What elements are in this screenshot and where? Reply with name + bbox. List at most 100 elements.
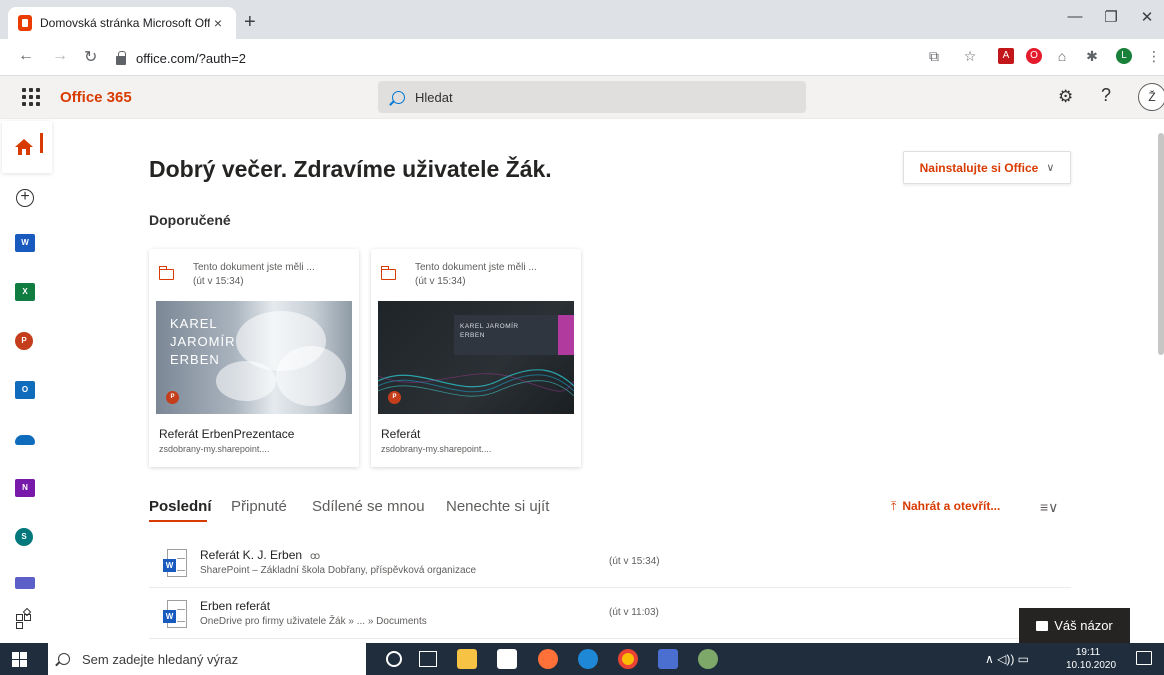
- back-arrow-icon[interactable]: ←: [18, 47, 34, 65]
- excel-icon[interactable]: X: [15, 283, 35, 301]
- powerpoint-icon: P: [388, 391, 401, 404]
- basket-extension-icon[interactable]: ⌂: [1054, 48, 1070, 64]
- tab-shared[interactable]: Sdílené se mnou: [312, 498, 425, 515]
- system-clock[interactable]: 19:11 10.10.2020: [1066, 646, 1117, 672]
- card-thumbnail[interactable]: KAREL JAROMÍR ERBEN P: [378, 301, 574, 414]
- search-icon: [58, 653, 70, 665]
- clock-date: 10.10.2020: [1066, 660, 1117, 671]
- lock-icon: [116, 50, 126, 65]
- rail-home[interactable]: [2, 121, 52, 173]
- windows-start-icon[interactable]: [12, 652, 27, 667]
- card-thumbnail[interactable]: KAREL JAROMÍR ERBEN P: [156, 301, 352, 414]
- reload-icon[interactable]: ↻: [84, 47, 97, 67]
- new-tab-button[interactable]: +: [244, 11, 256, 34]
- paint-app-icon[interactable]: [698, 649, 718, 669]
- tab-recent[interactable]: Poslední: [149, 498, 212, 515]
- thumb-line: ERBEN: [170, 352, 220, 367]
- browser-tab-strip: Domovská stránka Microsoft Offi × + — ❐ …: [0, 0, 1164, 39]
- settings-gear-icon[interactable]: ⚙: [1058, 87, 1073, 107]
- system-tray-icons[interactable]: ∧ ◁)) ▭: [985, 652, 1029, 666]
- file-name[interactable]: Erben referát: [200, 599, 270, 613]
- file-date: (út v 15:34): [609, 556, 660, 567]
- feedback-button[interactable]: Váš názor: [1019, 608, 1130, 643]
- edge-icon[interactable]: [578, 649, 598, 669]
- firefox-icon[interactable]: [538, 649, 558, 669]
- word-document-icon: W: [163, 549, 187, 577]
- powerpoint-icon[interactable]: P: [15, 332, 33, 350]
- office-brand[interactable]: Office 365: [60, 89, 132, 106]
- sharepoint-icon[interactable]: S: [15, 528, 33, 546]
- tab-pinned[interactable]: Připnuté: [231, 498, 287, 515]
- file-location: OneDrive pro firmy uživatele Žák » ... »…: [200, 616, 427, 627]
- card-reason-time: (út v 15:34): [415, 276, 466, 287]
- install-label: Nainstalujte si Office: [919, 160, 1039, 175]
- teams-icon[interactable]: [15, 577, 35, 589]
- restore-icon[interactable]: ❐: [1096, 8, 1126, 26]
- accent-bar: [558, 315, 574, 355]
- windows-taskbar: Sem zadejte hledaný výraz ∧ ◁)) ▭ 19:11 …: [0, 643, 1164, 675]
- left-app-rail: + W X P O N S: [0, 119, 54, 643]
- recommended-heading: Doporučené: [149, 212, 231, 228]
- extensions-puzzle-icon[interactable]: ✱: [1084, 48, 1100, 64]
- card-file-location: zsdobrany-my.sharepoint....: [159, 444, 270, 454]
- greeting-heading: Dobrý večer. Zdravíme uživatele Žák.: [149, 156, 552, 182]
- install-office-button[interactable]: Nainstalujte si Office ∨: [903, 151, 1071, 184]
- save-app-icon[interactable]: [658, 649, 678, 669]
- shared-people-icon: ꝏ: [310, 551, 321, 562]
- page-scrollbar[interactable]: [1158, 133, 1164, 355]
- folder-icon: [159, 266, 174, 280]
- task-view-icon[interactable]: [419, 651, 437, 667]
- recommended-card[interactable]: Tento dokument jste měli ... (út v 15:34…: [371, 249, 581, 467]
- chrome-menu-icon[interactable]: ⋮: [1146, 48, 1162, 64]
- file-row[interactable]: W Erben referát OneDrive pro firmy uživa…: [149, 589, 1071, 639]
- file-row[interactable]: W Referát K. J. Erben ꝏ SharePoint – Zákl…: [149, 538, 1071, 588]
- chrome-icon[interactable]: [618, 649, 638, 669]
- card-reason-time: (út v 15:34): [193, 276, 244, 287]
- bookmark-star-icon[interactable]: ☆: [962, 48, 978, 64]
- create-plus-icon[interactable]: +: [16, 189, 34, 207]
- onedrive-icon[interactable]: [15, 435, 35, 445]
- file-name-cell[interactable]: Referát K. J. Erben ꝏ: [200, 548, 320, 562]
- open-in-app-icon[interactable]: ⧉: [926, 48, 942, 64]
- card-file-name[interactable]: Referát: [381, 427, 420, 441]
- browser-tab[interactable]: Domovská stránka Microsoft Offi ×: [8, 7, 236, 39]
- upload-open-button[interactable]: ⤒ Nahrát a otevřít...: [891, 499, 1000, 514]
- taskbar-search[interactable]: Sem zadejte hledaný výraz: [48, 643, 366, 675]
- tab-dont-miss[interactable]: Nenechte si ujít: [446, 498, 549, 515]
- outlook-icon[interactable]: O: [15, 381, 35, 399]
- office-favicon-icon: [18, 15, 32, 31]
- card-file-location: zsdobrany-my.sharepoint....: [381, 444, 492, 454]
- file-name: Referát K. J. Erben: [200, 548, 303, 562]
- card-reason: Tento dokument jste měli ... (út v 15:34…: [415, 261, 565, 289]
- minimize-icon[interactable]: —: [1060, 8, 1090, 25]
- onenote-icon[interactable]: N: [15, 479, 35, 497]
- comment-icon: [1036, 620, 1049, 631]
- cortana-icon[interactable]: [386, 651, 402, 667]
- url-text: office.com/?auth=2: [136, 50, 246, 66]
- search-box[interactable]: Hledat: [378, 81, 806, 113]
- acrobat-extension-icon[interactable]: A: [998, 48, 1014, 64]
- sort-view-icon[interactable]: ≡∨: [1040, 499, 1058, 516]
- store-icon[interactable]: [497, 649, 517, 669]
- opera-extension-icon[interactable]: O: [1026, 48, 1042, 64]
- search-placeholder: Hledat: [415, 89, 453, 105]
- profile-avatar[interactable]: L: [1116, 48, 1132, 64]
- all-apps-icon[interactable]: [16, 607, 34, 629]
- folder-icon: [381, 266, 396, 280]
- user-avatar[interactable]: Ž: [1138, 83, 1164, 111]
- home-icon: [15, 139, 33, 155]
- powerpoint-icon: P: [166, 391, 179, 404]
- help-icon[interactable]: ?: [1101, 85, 1111, 106]
- taskbar-search-placeholder: Sem zadejte hledaný výraz: [82, 651, 239, 667]
- app-launcher-icon[interactable]: [22, 88, 40, 106]
- tab-title: Domovská stránka Microsoft Offi: [40, 16, 210, 30]
- word-icon[interactable]: W: [15, 234, 35, 252]
- address-bar[interactable]: office.com/?auth=2: [110, 44, 910, 72]
- file-explorer-icon[interactable]: [457, 649, 477, 669]
- recommended-card[interactable]: Tento dokument jste měli ... (út v 15:34…: [149, 249, 359, 467]
- forward-arrow-icon[interactable]: →: [52, 47, 68, 65]
- close-window-icon[interactable]: ✕: [1132, 8, 1162, 26]
- card-file-name[interactable]: Referát ErbenPrezentace: [159, 427, 294, 441]
- notification-center-icon[interactable]: [1136, 651, 1152, 665]
- tab-close-icon[interactable]: ×: [210, 15, 226, 31]
